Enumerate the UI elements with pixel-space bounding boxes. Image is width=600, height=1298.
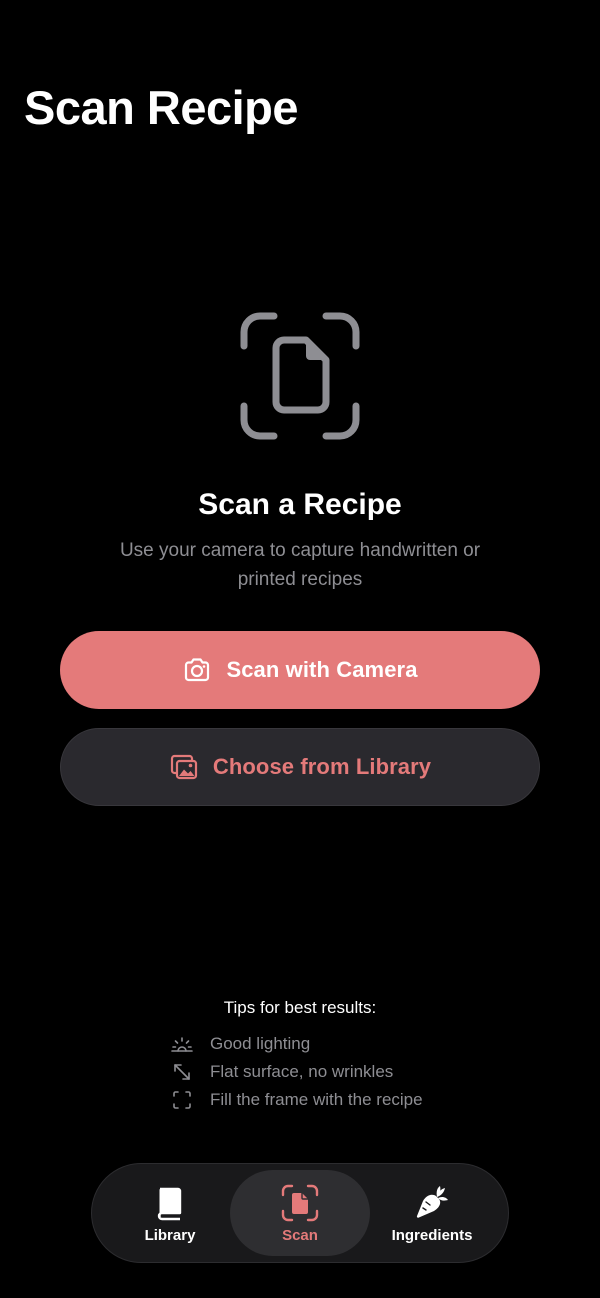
hero-title: Scan a Recipe [198,488,402,521]
sun-horizon-icon [170,1032,194,1056]
tab-label: Ingredients [391,1226,473,1244]
tab-label: Scan [282,1226,318,1244]
tab-label: Library [144,1226,196,1244]
page-title: Scan Recipe [24,81,299,134]
scan-with-camera-label: Scan with Camera [226,657,418,682]
tip-fill-frame: Fill the frame with the recipe [170,1086,423,1114]
viewfinder-icon [170,1088,194,1112]
expand-arrows-icon [170,1060,194,1084]
document-scan-icon [240,312,360,440]
tab-bar: Library Scan Ingredients [91,1163,509,1263]
tab-scan[interactable]: Scan [230,1170,370,1256]
tip-label: Fill the frame with the recipe [210,1090,423,1109]
camera-icon [182,655,212,685]
choose-from-library-button[interactable]: Choose from Library [60,728,540,806]
tips-heading: Tips for best results: [223,998,377,1017]
carrot-icon [412,1183,452,1223]
photo-library-icon [169,752,199,782]
tab-library[interactable]: Library [100,1170,240,1256]
tip-label: Flat surface, no wrinkles [210,1062,394,1081]
hero-subtitle: Use your camera to capture handwritten o… [119,540,481,590]
document-scan-icon [280,1183,320,1223]
tip-label: Good lighting [210,1034,311,1053]
book-icon [150,1183,190,1223]
choose-from-library-label: Choose from Library [212,754,432,779]
tab-ingredients[interactable]: Ingredients [362,1170,502,1256]
scan-with-camera-button[interactable]: Scan with Camera [60,631,540,709]
tip-flat-surface: Flat surface, no wrinkles [170,1058,393,1086]
tip-good-lighting: Good lighting [170,1030,310,1058]
